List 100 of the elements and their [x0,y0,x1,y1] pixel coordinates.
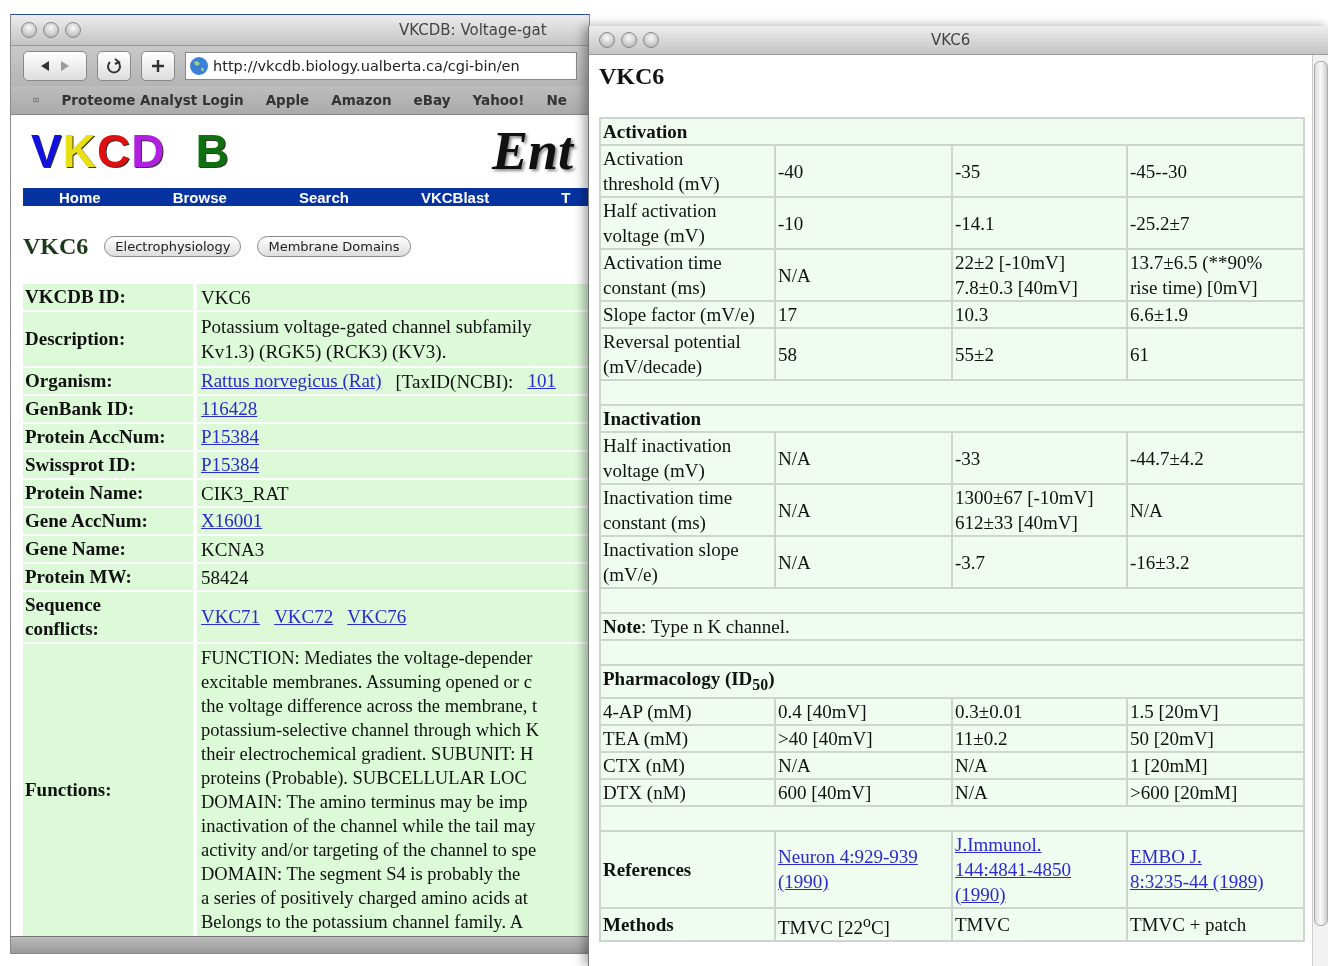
field-value: 58424 [201,565,249,590]
row-label: Activation time constant (ms) [600,249,775,301]
table-cell-text: TMVC [22$^{o}$C] [778,911,890,940]
bookmark-item[interactable]: eBay [413,92,451,108]
value-link[interactable]: X16001 [201,510,263,532]
nav-link[interactable]: Home [59,188,101,206]
table-cell: -14.1 [952,197,1127,249]
field-label: Swissprot ID: [23,452,193,478]
field-value: CIK3_RAT [201,481,289,506]
scroll-thumb[interactable] [1314,61,1328,926]
back-icon [40,60,50,72]
value-link[interactable]: 116428 [201,398,258,420]
table-cell: N/A [952,778,1127,806]
window-title: VKC6 [931,31,971,49]
window-control[interactable] [643,32,659,48]
field-label: Protein AccNum: [23,424,193,450]
table-cell: -10 [775,197,952,249]
page-heading: VKC6 [23,232,89,260]
row-label: Inactivation time constant (ms) [600,484,775,536]
banner-title: Ent [491,120,576,183]
value-link[interactable]: VKC76 [347,606,407,628]
row-label: Reversal potential (mV/decade) [600,328,775,380]
section-button[interactable]: Electrophysiology [104,235,242,257]
value-link[interactable]: VKC71 [201,606,261,628]
table-cell: -33 [952,432,1127,484]
section-heading: Pharmacology (ID$_{50}$) [600,665,1304,698]
value-link[interactable]: 101 [527,370,556,392]
table-cell: >600 [20mM] [1127,778,1304,806]
row-label: Methods [600,907,775,942]
bookmark-item[interactable]: Yahoo! [472,92,525,108]
window-control[interactable] [621,32,637,48]
bookmark-item[interactable]: Apple [265,92,310,108]
field-label: Organism: [23,368,193,394]
value-link[interactable]: VKC72 [274,606,334,628]
table-cell: N/A [1127,484,1304,536]
table-cell: -3.7 [952,536,1127,588]
table-cell: N/A [775,751,952,779]
row-label: TEA (mM) [600,724,775,752]
table-cell: -44.7±4.2 [1127,432,1304,484]
table-cell: 58 [775,328,952,380]
table-cell: N/A [775,432,952,484]
table-cell-text: TMVC [955,912,1010,937]
window-control[interactable] [21,22,37,38]
reload-icon [106,58,122,74]
value-link[interactable]: P15384 [201,454,260,476]
table-cell: 17 [775,301,952,328]
field-value: VKC6 [201,285,251,310]
row-label: Half activation voltage (mV) [600,197,775,249]
table-cell: 600 [40mV] [775,778,952,806]
window-control[interactable] [65,22,81,38]
table-cell: -40 [775,145,952,197]
row-label: Inactivation slope (mV/e) [600,536,775,588]
section-heading: Activation [600,118,1304,145]
nav-link[interactable]: Browse [172,188,227,206]
nav-link[interactable]: T [561,188,571,206]
table-cell: 0.4 [40mV] [775,697,952,725]
table-cell-text: TMVC + patch [1130,912,1247,937]
plus-icon [151,59,165,73]
add-bookmark-button[interactable] [141,51,175,81]
bookmark-item[interactable]: Amazon [331,92,392,108]
site-logo[interactable]: VKCD B [23,124,236,179]
row-label: 4-AP (mM) [600,697,775,725]
value-link[interactable]: Rattus norvegicus (Rat) [201,370,382,392]
table-cell: 10.3 [952,301,1127,328]
bookmark-item[interactable]: Proteome Analyst Login [61,92,244,108]
table-cell: -45--30 [1127,145,1304,197]
table-cell: 22±2 [-10mV] 7.8±0.3 [40mV] [952,249,1127,301]
field-label: Gene Name: [23,536,193,562]
field-label: Protein MW: [23,564,193,590]
table-cell: 1.5 [20mV] [1127,697,1304,725]
back-forward-button[interactable] [23,51,87,81]
field-label: Sequence conflicts: [23,592,193,642]
field-value: Potassium voltage-gated channel subfamily Kv1.3) (RGK5) (RCK3) (KV3). [201,315,532,364]
table-cell: 13.7±6.5 (**90% rise time) [0mV] [1127,249,1304,301]
field-label: Description: [23,312,193,366]
table-cell: N/A [775,484,952,536]
table-cell: -25.2±7 [1127,197,1304,249]
field-value: FUNCTION: Mediates the voltage-depender excitable membranes. Assuming opened or c the voltage difference across the membrane, t potassium-selective channel through which K their electrochemical gradient. SUBUNIT: H proteins (Probable). SUBCELLULAR LOC DOMAIN: The amino terminus may be imp inactivation of the channel while the tail may activity and/or targeting of the channel to spe DOMAIN: The segment S4 is probably the a series of positively charged amino acids at Belongs to the potassium channel family. A [201,647,540,934]
field-label: Protein Name: [23,480,193,506]
table-cell: -16±3.2 [1127,536,1304,588]
scrollbar[interactable] [1312,55,1328,966]
nav-link[interactable]: VKCBlast [420,188,490,206]
address-field[interactable]: http://vkcdb.biology.ualberta.ca/cgi-bin/en [185,52,577,80]
bookmark-item[interactable]: Ne [546,92,567,108]
note-text: Note: Type n K channel. [600,613,1304,640]
row-label: References [600,830,775,908]
window-control[interactable] [599,32,615,48]
table-cell: 1 [20mM] [1127,751,1304,779]
section-button[interactable]: Membrane Domains [257,235,411,257]
nav-link[interactable]: Search [298,188,349,206]
table-cell: -35 [952,145,1127,197]
reload-button[interactable] [97,51,131,81]
field-label: Functions: [23,644,193,936]
page-heading: VKC6 [599,61,666,91]
window-control[interactable] [43,22,59,38]
value-link[interactable]: P15384 [201,426,260,448]
table-cell: 0.3±0.01 [952,697,1127,725]
row-label: Activation threshold (mV) [600,145,775,197]
field-value: [TaxID(NCBI): [395,369,514,394]
field-label: Gene AccNum: [23,508,193,534]
